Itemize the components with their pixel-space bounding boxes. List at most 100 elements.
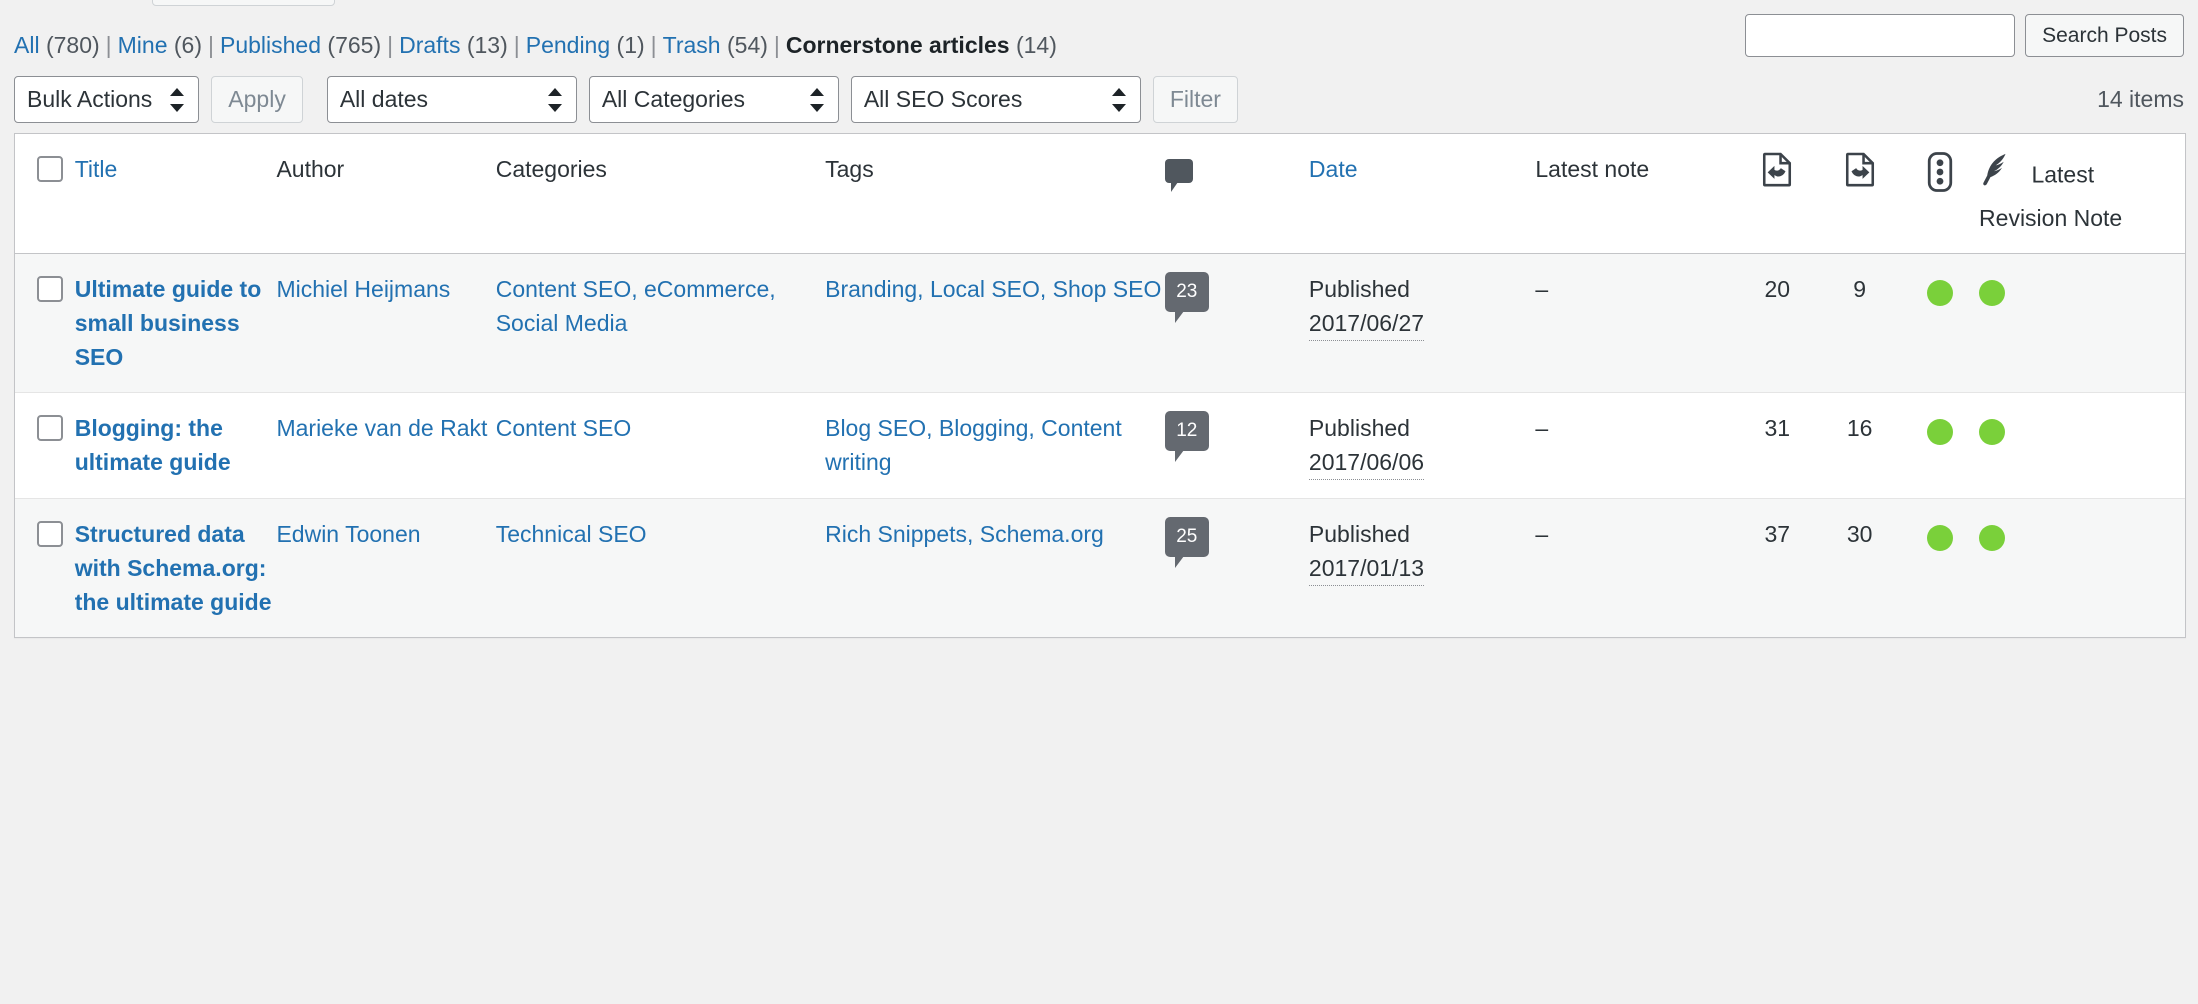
post-status-links: All (780)|Mine (6)|Published (765)|Draft… [14, 30, 1057, 60]
seo-score-dot [1927, 525, 1953, 551]
row-categories-cell: Content SEO [496, 393, 825, 499]
posts-table-wrapper: Title Author Categories Tags [14, 133, 2186, 638]
status-link-drafts[interactable]: Drafts (13) [399, 32, 508, 58]
status-link-published-count: (765) [327, 32, 381, 58]
header-seo-score [1901, 134, 1979, 254]
displaying-num: 14 items [2097, 86, 2184, 113]
status-link-published[interactable]: Published (765) [220, 32, 381, 58]
status-link-all-label[interactable]: All [14, 32, 40, 58]
search-box: Search Posts [1745, 14, 2184, 57]
categories-links[interactable]: Technical SEO [496, 521, 647, 547]
search-posts-button[interactable]: Search Posts [2025, 14, 2184, 57]
date-value: 2017/06/27 [1309, 306, 1424, 341]
status-link-trash-label[interactable]: Trash [663, 32, 721, 58]
comment-count-badge[interactable]: 12 [1165, 411, 1209, 451]
chevron-updown-icon [1112, 87, 1126, 113]
cut-off-button-sliver [152, 0, 335, 6]
header-tags: Tags [825, 134, 1165, 254]
row-comments-cell: 23 [1165, 254, 1309, 393]
search-input[interactable] [1745, 14, 2015, 57]
seo-traffic-light-icon [1927, 152, 1953, 201]
readability-score-dot [1979, 280, 2005, 306]
row-checkbox[interactable] [37, 276, 63, 302]
row-date-cell: Published 2017/06/06 [1309, 393, 1535, 499]
table-body: Ultimate guide to small business SEO Mic… [15, 254, 2185, 638]
header-title[interactable]: Title [75, 134, 277, 254]
apply-button[interactable]: Apply [211, 76, 303, 123]
categories-links[interactable]: Content SEO, eCommerce, Social Media [496, 276, 776, 336]
post-title-link[interactable]: Ultimate guide to small business SEO [75, 276, 262, 370]
select-all-checkbox[interactable] [37, 156, 63, 182]
tags-links[interactable]: Blog SEO, Blogging, Content writing [825, 415, 1122, 475]
author-link[interactable]: Edwin Toonen [276, 521, 420, 547]
row-checkbox[interactable] [37, 415, 63, 441]
status-link-trash-count: (54) [727, 32, 768, 58]
readability-score-dot [1979, 419, 2005, 445]
post-title-link[interactable]: Structured data with Schema.org: the ult… [75, 521, 272, 615]
seo-score-filter-value: All SEO Scores [864, 77, 1094, 122]
row-date-cell: Published 2017/01/13 [1309, 499, 1535, 638]
row-categories-cell: Technical SEO [496, 499, 825, 638]
status-link-drafts-label[interactable]: Drafts [399, 32, 460, 58]
tags-links[interactable]: Branding, Local SEO, Shop SEO [825, 276, 1161, 302]
table-navigation-top: Bulk Actions Apply All dates All Categor… [0, 76, 2198, 134]
date-value: 2017/06/06 [1309, 445, 1424, 480]
status-sep-4: | [514, 32, 520, 58]
header-latest-note: Latest note [1535, 134, 1736, 254]
header-comments[interactable] [1165, 134, 1309, 254]
header-date[interactable]: Date [1309, 134, 1535, 254]
row-select-cell [15, 254, 75, 393]
status-sep-3: | [387, 32, 393, 58]
date-filter-select[interactable]: All dates [327, 76, 577, 123]
readability-feather-icon [1979, 152, 2009, 201]
chevron-updown-icon [170, 87, 184, 113]
seo-score-dot [1927, 280, 1953, 306]
row-tags-cell: Rich Snippets, Schema.org [825, 499, 1165, 638]
row-tags-cell: Branding, Local SEO, Shop SEO [825, 254, 1165, 393]
author-link[interactable]: Marieke van de Rakt [276, 415, 487, 441]
row-latest-note-cell: – [1535, 254, 1736, 393]
status-link-cornerstone[interactable]: Cornerstone articles (14) [786, 32, 1057, 58]
status-link-published-label[interactable]: Published [220, 32, 321, 58]
bulk-actions-select[interactable]: Bulk Actions [14, 76, 199, 123]
comment-count-badge[interactable]: 25 [1165, 517, 1209, 557]
status-link-pending-label[interactable]: Pending [526, 32, 610, 58]
row-categories-cell: Content SEO, eCommerce, Social Media [496, 254, 825, 393]
header-latest-revision-note: Latest Revision Note [1979, 134, 2185, 254]
chevron-updown-icon [810, 87, 824, 113]
post-title-link[interactable]: Blogging: the ultimate guide [75, 415, 231, 475]
header-date-label[interactable]: Date [1309, 156, 1358, 182]
status-sep-1: | [106, 32, 112, 58]
readability-score-dot [1979, 525, 2005, 551]
status-link-pending[interactable]: Pending (1) [526, 32, 645, 58]
row-comments-cell: 25 [1165, 499, 1309, 638]
tags-links[interactable]: Rich Snippets, Schema.org [825, 521, 1104, 547]
row-readability-and-revision-cell [1979, 499, 2185, 638]
category-filter-select[interactable]: All Categories [589, 76, 839, 123]
header-title-label[interactable]: Title [75, 156, 118, 182]
comment-count-badge[interactable]: 23 [1165, 272, 1209, 312]
status-link-trash[interactable]: Trash (54) [663, 32, 768, 58]
row-date-cell: Published 2017/06/27 [1309, 254, 1535, 393]
filter-button[interactable]: Filter [1153, 76, 1238, 123]
header-author-label: Author [276, 156, 344, 182]
status-link-mine[interactable]: Mine (6) [118, 32, 202, 58]
header-author: Author [276, 134, 495, 254]
categories-links[interactable]: Content SEO [496, 415, 632, 441]
row-latest-note-cell: – [1535, 499, 1736, 638]
date-value: 2017/01/13 [1309, 551, 1424, 586]
table-row: Ultimate guide to small business SEO Mic… [15, 254, 2185, 393]
row-seo-score-cell [1901, 499, 1979, 638]
row-tags-cell: Blog SEO, Blogging, Content writing [825, 393, 1165, 499]
author-link[interactable]: Michiel Heijmans [276, 276, 450, 302]
status-link-mine-label[interactable]: Mine [118, 32, 168, 58]
posts-table: Title Author Categories Tags [15, 134, 2185, 637]
row-checkbox[interactable] [37, 521, 63, 547]
row-readability-and-revision-cell [1979, 254, 2185, 393]
status-link-all[interactable]: All (780) [14, 32, 100, 58]
outgoing-links-icon [1843, 152, 1877, 199]
row-select-cell [15, 499, 75, 638]
seo-score-filter-select[interactable]: All SEO Scores [851, 76, 1141, 123]
row-select-cell [15, 393, 75, 499]
select-all-header [15, 134, 75, 254]
